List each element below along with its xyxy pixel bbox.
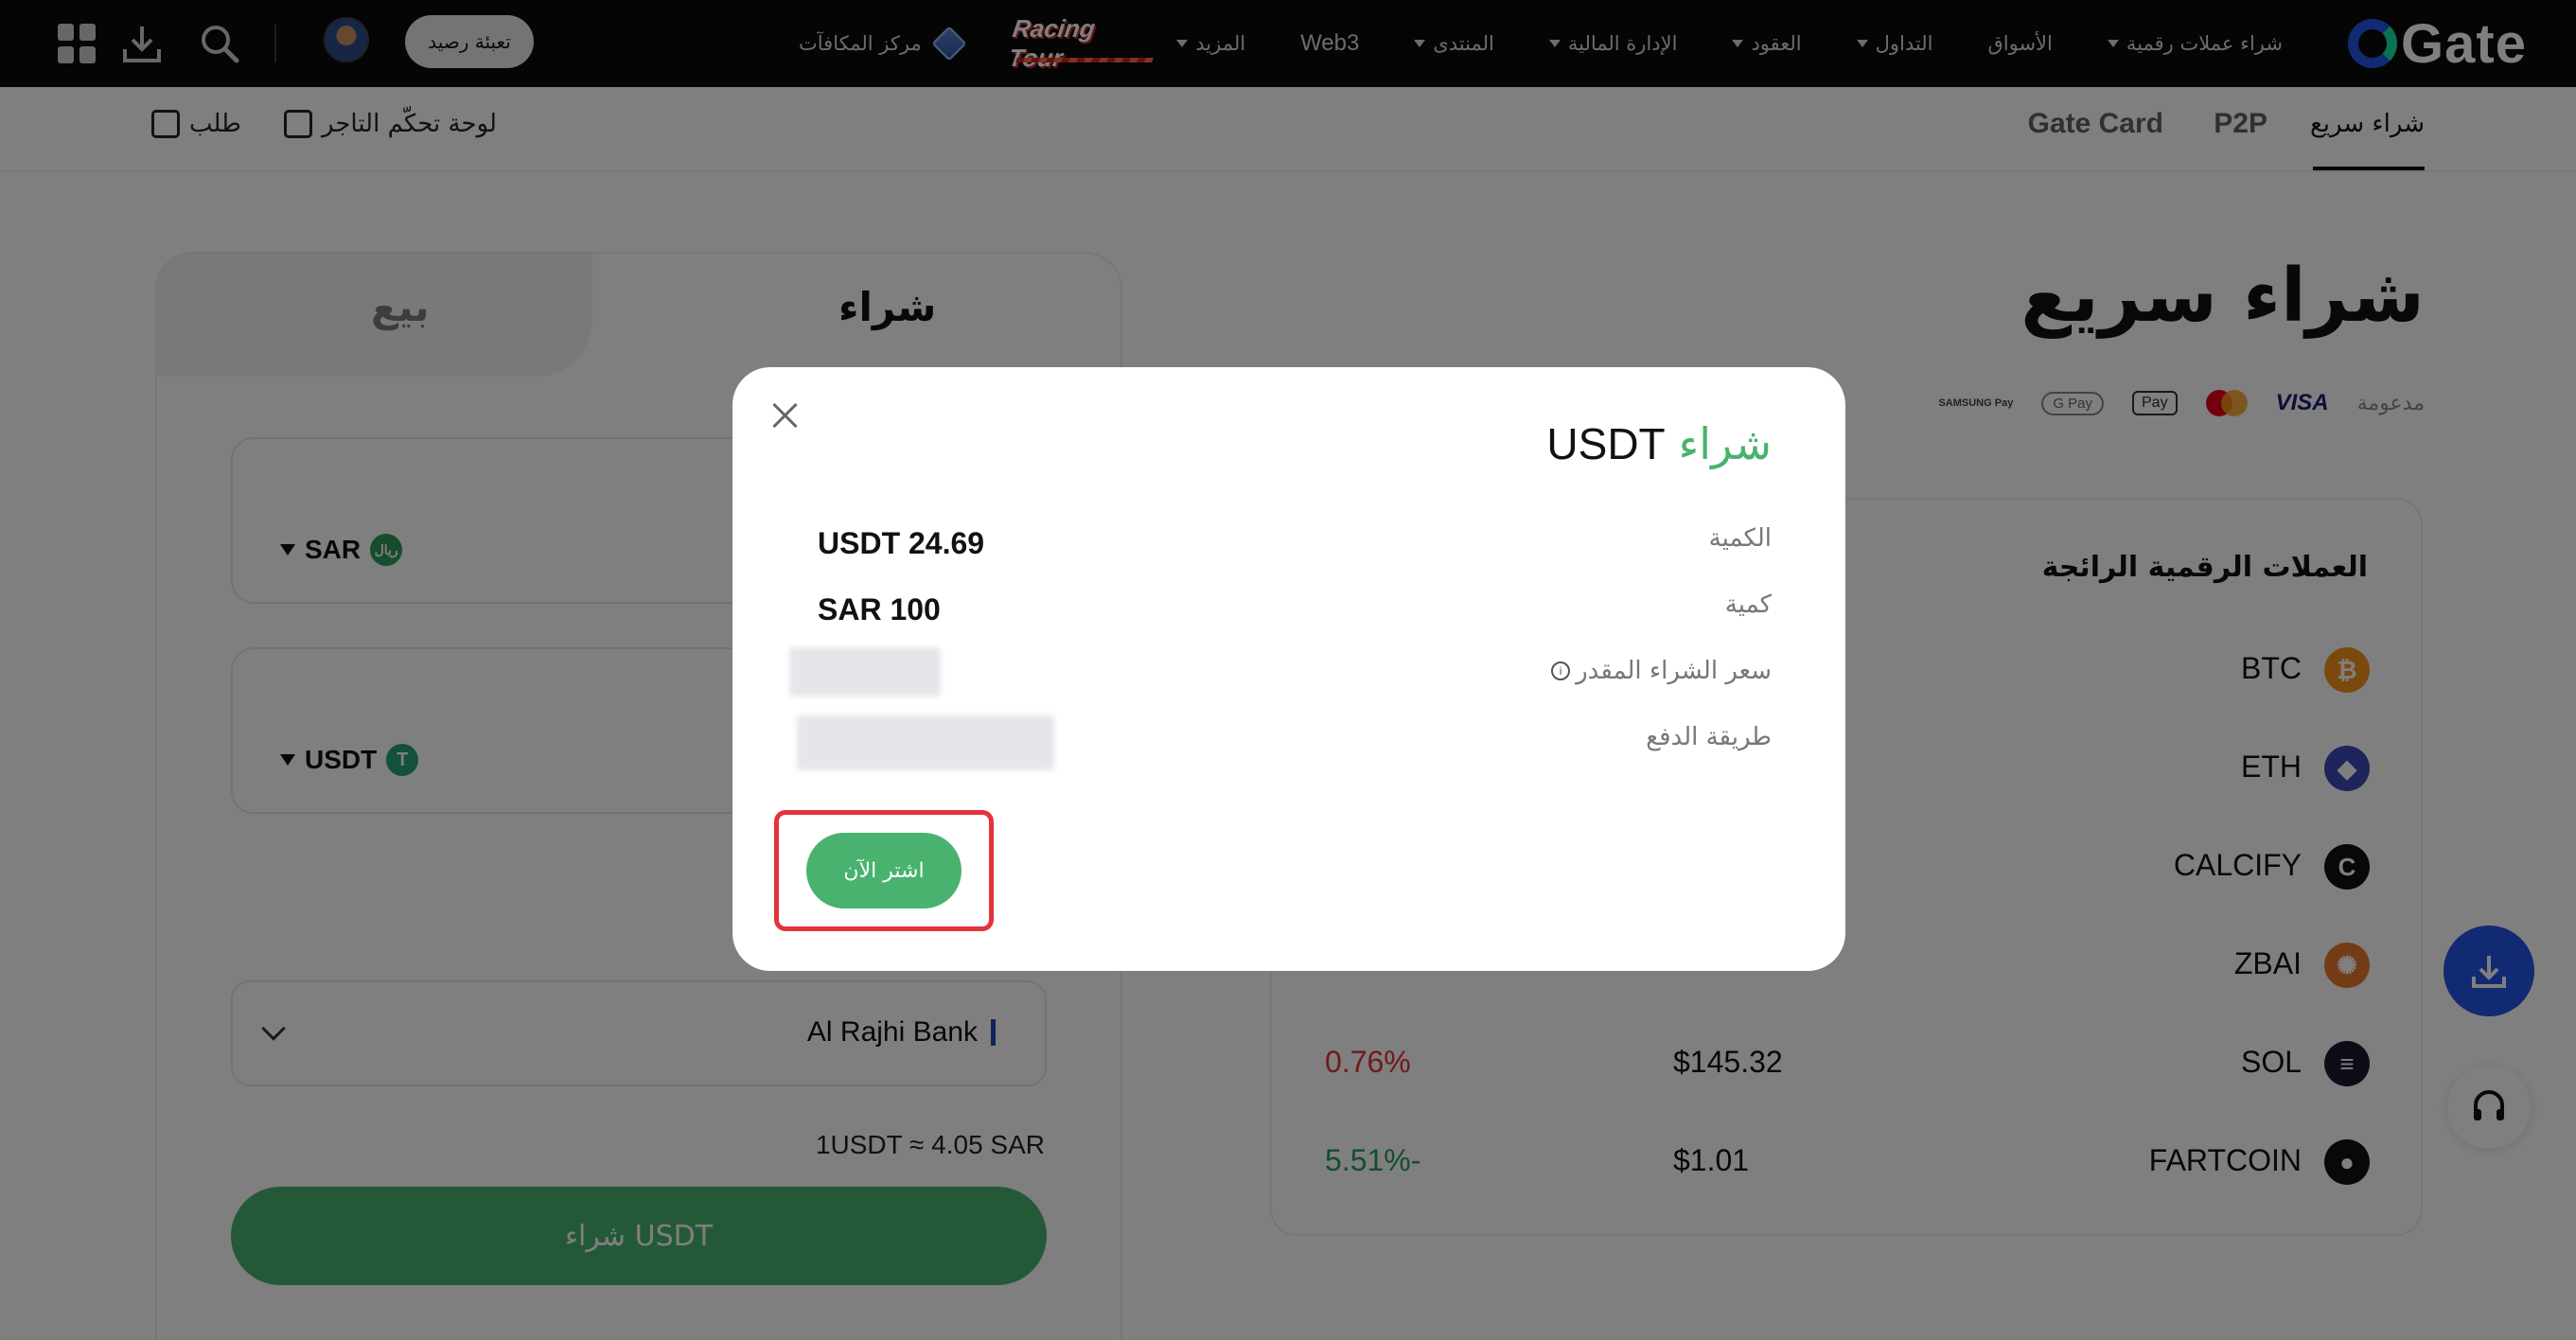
dialog-action: شراء xyxy=(1678,418,1772,469)
row-estimated-price: i سعر الشراء المقدر xyxy=(1551,657,1772,685)
row-value-quantity: USDT 24.69 xyxy=(818,526,985,560)
row-label-amount: كمية xyxy=(1724,591,1772,619)
info-icon[interactable]: i xyxy=(1551,661,1571,680)
buy-now-button[interactable]: اشتر الآن xyxy=(806,833,962,908)
row-label-payment-method: طريقة الدفع xyxy=(1646,723,1772,751)
row-label-quantity: الكمية xyxy=(1708,524,1772,553)
dialog-title: USDT شراء xyxy=(1546,418,1772,469)
close-icon[interactable] xyxy=(761,392,808,439)
dialog-coin: USDT xyxy=(1546,419,1666,468)
row-label-estimated-price: سعر الشراء المقدر xyxy=(1576,657,1772,685)
redacted-payment-method xyxy=(797,715,1054,770)
row-value-amount: SAR 100 xyxy=(818,592,941,626)
buy-confirm-dialog: USDT شراء الكمية USDT 24.69 كمية SAR 100… xyxy=(732,367,1845,971)
redacted-price xyxy=(789,647,941,696)
